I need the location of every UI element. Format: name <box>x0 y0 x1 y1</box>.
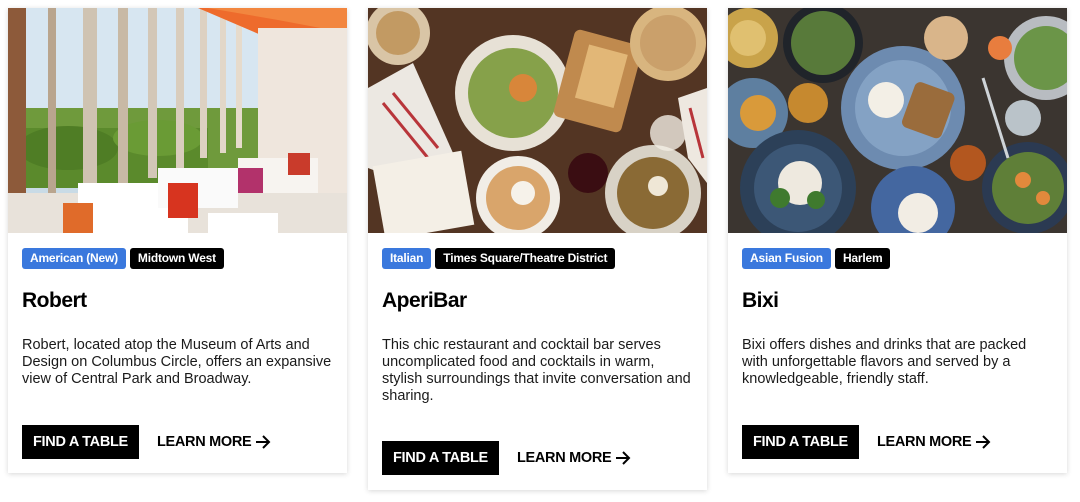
find-a-table-button[interactable]: FIND A TABLE <box>22 425 139 459</box>
neighborhood-tag[interactable]: Times Square/Theatre District <box>435 248 616 269</box>
cuisine-tag[interactable]: Asian Fusion <box>742 248 831 269</box>
find-a-table-button[interactable]: FIND A TABLE <box>382 441 499 475</box>
tag-list: Asian Fusion Harlem <box>742 248 891 269</box>
learn-more-label: LEARN MORE <box>876 434 972 450</box>
food-spread-photo <box>368 8 707 233</box>
card-actions: FIND A TABLE LEARN MORE <box>382 441 631 475</box>
tag-list: Italian Times Square/Theatre District <box>382 248 616 269</box>
neighborhood-tag[interactable]: Harlem <box>834 248 891 269</box>
cuisine-tag[interactable]: American (New) <box>22 248 126 269</box>
restaurant-name[interactable]: Robert <box>22 289 87 313</box>
learn-more-label: LEARN MORE <box>516 450 612 466</box>
asian-dishes-photo <box>728 8 1067 233</box>
arrow-right-icon <box>976 435 991 449</box>
dining-room-photo <box>8 8 347 233</box>
learn-more-label: LEARN MORE <box>156 434 252 450</box>
tag-list: American (New) Midtown West <box>22 248 224 269</box>
learn-more-link[interactable]: LEARN MORE <box>157 434 271 450</box>
restaurant-card: Asian Fusion Harlem Bixi Bixi offers dis… <box>728 8 1067 473</box>
restaurant-card: American (New) Midtown West Robert Rober… <box>8 8 347 473</box>
arrow-right-icon <box>256 435 271 449</box>
card-actions: FIND A TABLE LEARN MORE <box>742 425 991 459</box>
neighborhood-tag[interactable]: Midtown West <box>129 248 224 269</box>
learn-more-link[interactable]: LEARN MORE <box>877 434 991 450</box>
restaurant-description: Robert, located atop the Museum of Arts … <box>22 337 332 387</box>
restaurant-photo[interactable] <box>728 8 1067 233</box>
cuisine-tag[interactable]: Italian <box>382 248 432 269</box>
restaurant-photo[interactable] <box>368 8 707 233</box>
restaurant-description: This chic restaurant and cocktail bar se… <box>382 337 691 404</box>
restaurant-photo[interactable] <box>8 8 347 233</box>
find-a-table-button[interactable]: FIND A TABLE <box>742 425 859 459</box>
restaurant-name[interactable]: AperiBar <box>382 289 467 313</box>
restaurant-name[interactable]: Bixi <box>742 289 779 313</box>
learn-more-link[interactable]: LEARN MORE <box>517 450 631 466</box>
restaurant-card: Italian Times Square/Theatre District Ap… <box>368 8 707 490</box>
card-actions: FIND A TABLE LEARN MORE <box>22 425 271 459</box>
restaurant-description: Bixi offers dishes and drinks that are p… <box>742 337 1027 387</box>
arrow-right-icon <box>616 451 631 465</box>
